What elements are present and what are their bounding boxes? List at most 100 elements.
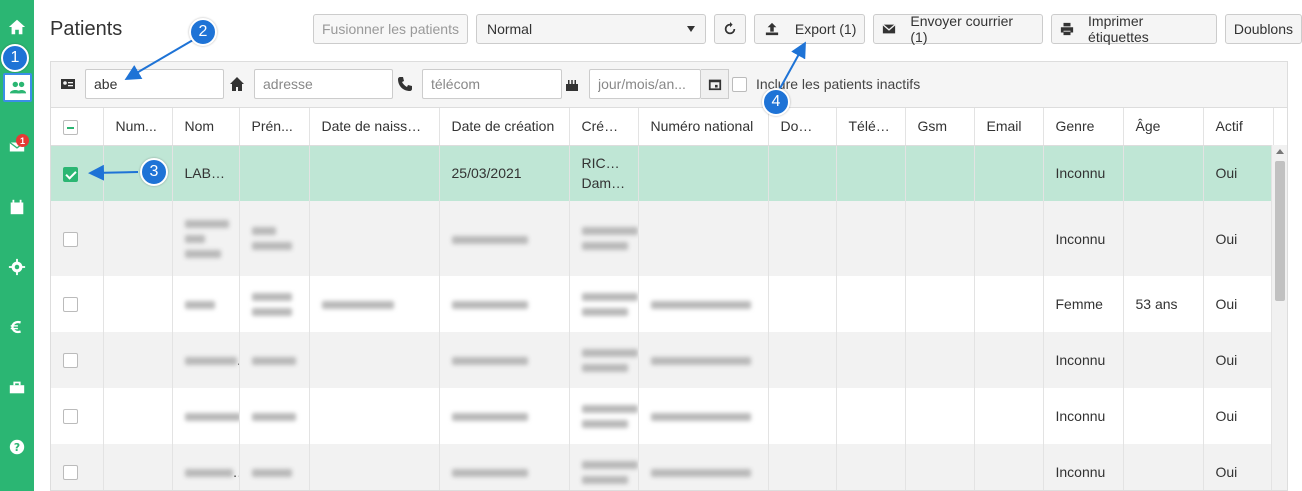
toolbox-icon[interactable] [0, 370, 34, 404]
cell-age [1123, 201, 1204, 276]
view-select[interactable]: Normal [475, 14, 706, 44]
filter-bar: Inclure les patients inactifs [50, 61, 1288, 107]
row-checkbox[interactable] [63, 353, 78, 369]
blurred-cell [569, 201, 639, 276]
date-input[interactable] [589, 69, 701, 99]
phone-filter [394, 69, 562, 99]
date-filter [561, 69, 729, 99]
birthday-cake-icon [561, 76, 583, 92]
blurred-cell [239, 276, 310, 332]
column-header[interactable]: Nom [172, 108, 240, 146]
cell-actif: Oui [1203, 444, 1274, 490]
phone-input[interactable] [422, 69, 562, 99]
cell-actif: Oui [1203, 201, 1274, 276]
blurred-cell [638, 276, 769, 332]
duplicates-button[interactable]: Doublons [1224, 14, 1302, 44]
column-header[interactable]: Numéro national [638, 108, 769, 146]
column-header[interactable]: Date de création [439, 108, 570, 146]
table-row[interactable]: Femme 53 ans Oui [51, 276, 1274, 332]
cell-age [1123, 388, 1204, 444]
row-checkbox[interactable] [63, 231, 78, 247]
column-header[interactable]: Télép... [836, 108, 906, 146]
send-mail-button[interactable]: Envoyer courrier (1) [873, 13, 1044, 45]
blurred-cell [439, 201, 570, 276]
cell-genre: Inconnu [1043, 332, 1124, 388]
column-header[interactable]: Actif [1203, 108, 1274, 146]
envelope-icon [882, 24, 896, 34]
cell-age: 53 ans [1123, 276, 1204, 332]
column-header[interactable]: Email [974, 108, 1044, 146]
column-header[interactable]: Gsm [905, 108, 975, 146]
table-row[interactable]: Inconnu Oui [51, 444, 1274, 490]
name-filter [57, 69, 224, 99]
table-header: Num... Nom Prén... Date de naissa... Dat… [51, 108, 1274, 146]
cell-actif: Oui [1203, 145, 1274, 201]
address-filter [226, 69, 393, 99]
name-input[interactable] [85, 69, 224, 99]
upload-icon [765, 22, 779, 36]
page-title: Patients [50, 18, 123, 40]
gear-icon[interactable] [0, 250, 34, 284]
include-inactive-checkbox[interactable] [732, 76, 747, 92]
column-header[interactable]: Âge [1123, 108, 1204, 146]
blurred-cell [439, 444, 570, 490]
svg-text:?: ? [14, 441, 20, 454]
column-header[interactable]: Prén... [239, 108, 310, 146]
scroll-thumb[interactable] [1275, 161, 1285, 301]
calendar-icon[interactable] [0, 190, 34, 224]
home-icon[interactable] [0, 10, 34, 44]
row-select-cell[interactable] [51, 145, 104, 201]
table-row[interactable]: Inconnu Oui [51, 201, 1274, 276]
column-header[interactable]: Num... [103, 108, 173, 146]
calendar-icon [708, 79, 721, 91]
blurred-cell [638, 388, 769, 444]
export-button[interactable]: Export (1) [753, 14, 866, 44]
row-checkbox[interactable] [63, 409, 78, 425]
blurred-cell [239, 444, 310, 490]
annotation-marker-2: 2 [189, 18, 217, 46]
column-header[interactable]: Genre [1043, 108, 1124, 146]
blurred-cell [172, 276, 240, 332]
cell-genre: Inconnu [1043, 388, 1124, 444]
row-checkbox[interactable] [63, 465, 78, 481]
mail-icon[interactable]: 1 [0, 130, 34, 164]
cell-cree-par: RICHARDDamien [569, 145, 639, 201]
blurred-cell [439, 388, 570, 444]
column-header[interactable]: Créé ... [569, 108, 639, 146]
table-scrollbar[interactable] [1271, 145, 1287, 490]
euro-icon[interactable] [0, 310, 34, 344]
row-checkbox-checked[interactable] [63, 166, 78, 182]
help-icon[interactable]: ? [0, 430, 34, 464]
blurred-cell [569, 276, 639, 332]
export-label: Export (1) [794, 21, 857, 37]
table-row[interactable]: Inconnu Oui [51, 388, 1274, 444]
caret-down-icon [686, 26, 695, 32]
users-icon[interactable] [3, 73, 32, 102]
printer-icon [1060, 22, 1074, 36]
print-labels-button[interactable]: Imprimer étiquettes [1051, 13, 1217, 45]
column-header[interactable]: Date de naissa... [309, 108, 440, 146]
row-checkbox[interactable] [63, 297, 78, 313]
include-inactive-option[interactable]: Inclure les patients inactifs [732, 76, 920, 92]
id-card-icon [57, 76, 79, 92]
scroll-up-arrow-icon[interactable] [1276, 149, 1284, 154]
print-labels-label: Imprimer étiquettes [1088, 13, 1149, 45]
cell-genre: Inconnu [1043, 145, 1124, 201]
refresh-button[interactable] [713, 14, 746, 44]
cell-age [1123, 332, 1204, 388]
address-input[interactable] [254, 69, 393, 99]
select-all-cell[interactable] [51, 108, 104, 146]
blurred-cell [172, 201, 240, 276]
annotation-marker-3: 3 [140, 158, 168, 186]
home-icon [226, 76, 248, 92]
patients-table: Num... Nom Prén... Date de naissa... Dat… [50, 107, 1288, 491]
cell-age [1123, 444, 1204, 490]
date-picker-button[interactable] [701, 69, 729, 99]
cell-actif: Oui [1203, 388, 1274, 444]
select-all-checkbox[interactable] [63, 119, 78, 135]
toolbar: Fusionner les patients Normal Export (1)… [313, 13, 1302, 45]
table-row-selected[interactable]: LABEYE 25/03/2021 RICHARDDamien Inconnu … [51, 145, 1274, 201]
merge-patients-button[interactable]: Fusionner les patients [313, 14, 468, 44]
table-row[interactable]: Inconnu Oui [51, 332, 1274, 388]
cell-date-creation: 25/03/2021 [439, 145, 570, 201]
